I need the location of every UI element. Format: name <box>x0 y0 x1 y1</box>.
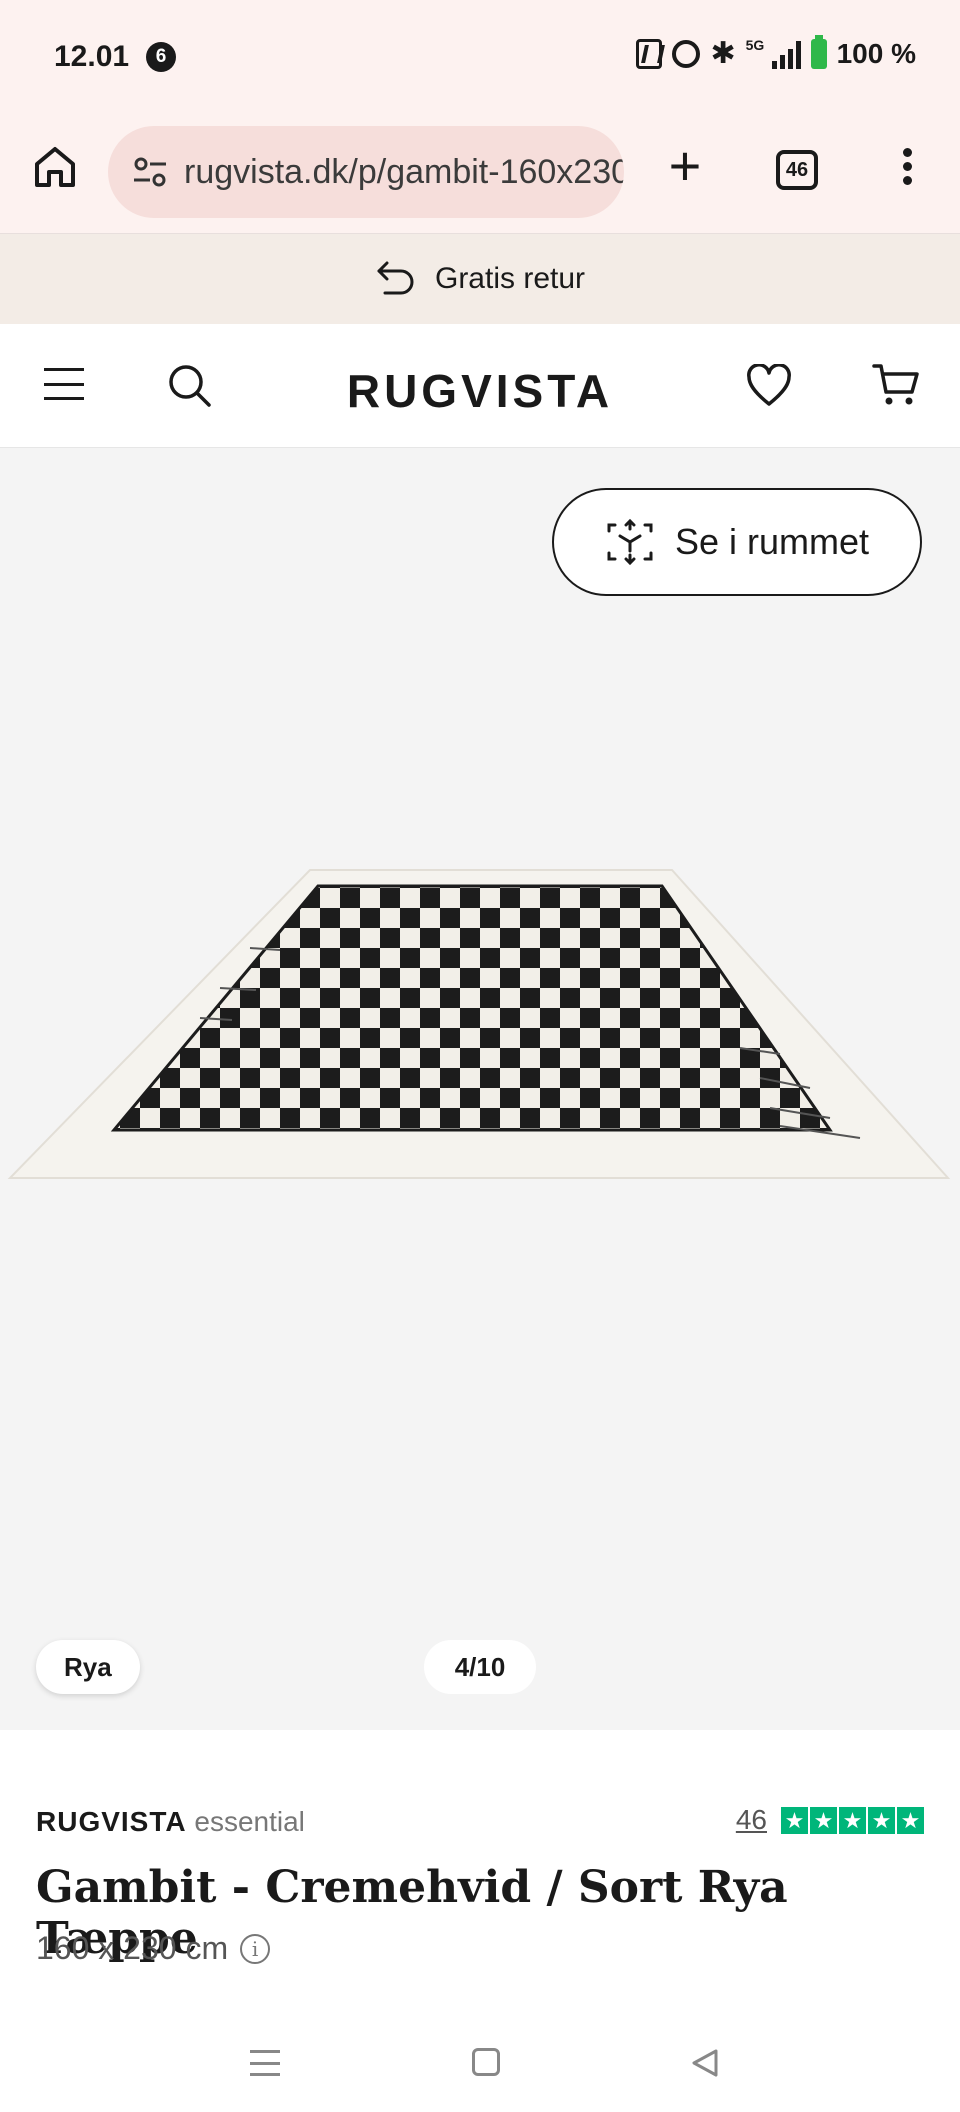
star-icon: ★ <box>781 1806 808 1834</box>
star-rating: ★ ★ ★ ★ ★ <box>781 1806 924 1834</box>
brand-name: RUGVISTA <box>36 1806 187 1837</box>
nav-back-icon[interactable] <box>690 2048 720 2078</box>
ar-cube-icon <box>607 518 653 566</box>
home-icon[interactable] <box>32 144 78 190</box>
network-type: 5G <box>745 37 765 53</box>
tune-icon[interactable] <box>130 152 170 192</box>
site-logo[interactable]: RUGVISTA <box>0 364 960 418</box>
product-info: RUGVISTA essential 46 ★ ★ ★ ★ ★ Gambit -… <box>0 1730 960 2020</box>
address-bar[interactable]: rugvista.dk/p/gambit-160x230 <box>108 126 624 218</box>
promo-banner: Gratis retur <box>0 234 960 324</box>
site-header: RUGVISTA <box>0 324 960 448</box>
battery-level: 100 % <box>836 38 916 69</box>
star-icon: ★ <box>839 1806 866 1834</box>
system-nav-bar <box>0 2020 960 2112</box>
nav-home-icon[interactable] <box>472 2048 500 2076</box>
alarm-icon <box>672 40 701 68</box>
brand-line[interactable]: RUGVISTA essential <box>36 1806 305 1838</box>
heart-icon[interactable] <box>746 364 792 408</box>
promo-text: Gratis retur <box>434 262 586 295</box>
url-text[interactable]: rugvista.dk/p/gambit-160x230 <box>184 153 624 192</box>
nfc-icon <box>636 39 663 69</box>
signal-icon: 5G <box>745 37 801 69</box>
product-tag[interactable]: Rya <box>36 1640 140 1694</box>
browser-toolbar: rugvista.dk/p/gambit-160x230 + 46 <box>0 114 960 234</box>
status-bar: 12.01 6 ✱ 5G 100 % <box>0 0 960 114</box>
image-counter: 4/10 <box>424 1640 536 1694</box>
review-count[interactable]: 46 <box>736 1804 767 1836</box>
product-size-row: 160 x 230 cm i <box>36 1930 271 1967</box>
battery-icon <box>810 35 827 69</box>
status-time: 12.01 <box>54 40 130 73</box>
view-in-room-button[interactable]: Se i rummet <box>552 488 922 596</box>
return-arrow-icon <box>377 261 414 295</box>
rug-product-image <box>7 869 951 1179</box>
brand-collection: essential <box>194 1806 305 1837</box>
rating[interactable]: 46 ★ ★ ★ ★ ★ <box>736 1804 924 1836</box>
tabs-icon[interactable]: 46 <box>776 150 818 190</box>
status-icons: ✱ 5G 100 % <box>636 35 916 70</box>
product-gallery[interactable]: Se i rummet Rya 4/10 <box>0 448 960 1730</box>
cart-icon[interactable] <box>872 362 920 408</box>
info-icon[interactable]: i <box>240 1933 271 1964</box>
bluetooth-icon: ✱ <box>710 37 736 70</box>
star-icon: ★ <box>868 1806 895 1834</box>
more-vertical-icon[interactable] <box>892 144 922 194</box>
star-icon: ★ <box>897 1806 924 1834</box>
plus-icon[interactable]: + <box>660 138 710 198</box>
product-size: 160 x 230 cm <box>36 1930 229 1966</box>
recent-apps-icon[interactable] <box>250 2050 280 2076</box>
notification-badge: 6 <box>146 42 176 72</box>
star-icon: ★ <box>810 1806 837 1834</box>
view-in-room-label: Se i rummet <box>674 521 870 562</box>
